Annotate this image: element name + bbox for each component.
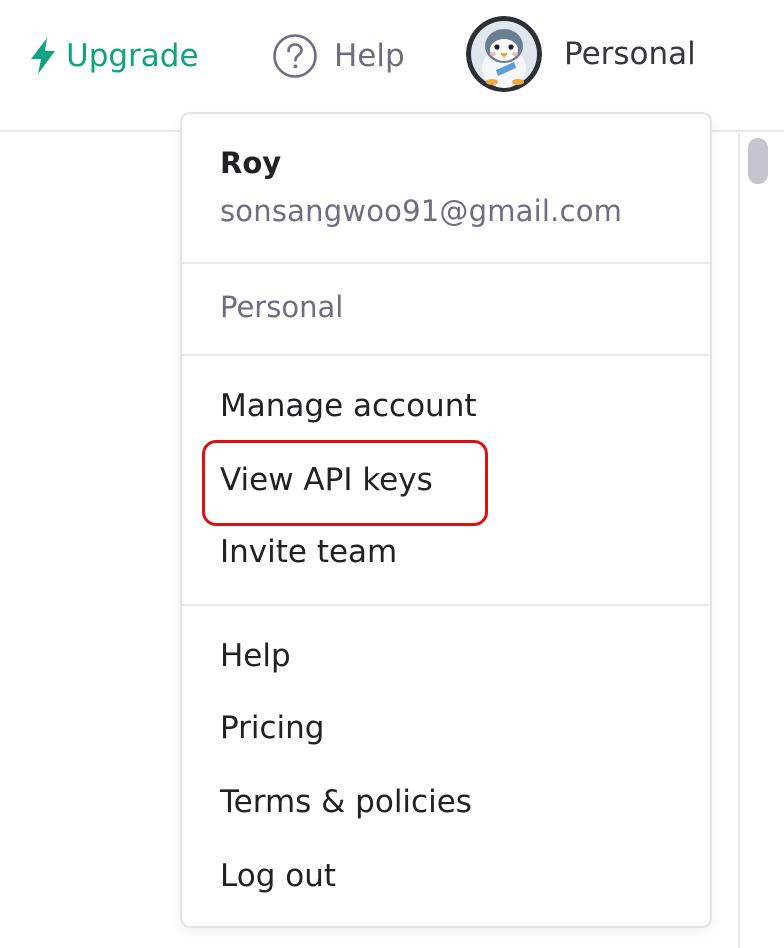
lightning-bolt-icon [28, 37, 58, 75]
invite-team-item[interactable]: Invite team [220, 534, 397, 570]
account-menu-button[interactable]: Personal [466, 16, 696, 92]
pricing-item[interactable]: Pricing [220, 710, 325, 746]
help-label: Help [334, 38, 405, 74]
terms-policies-item[interactable]: Terms & policies [220, 784, 472, 820]
question-circle-icon [272, 33, 318, 79]
divider [182, 354, 710, 356]
log-out-item[interactable]: Log out [220, 858, 336, 894]
manage-account-item[interactable]: Manage account [220, 388, 477, 424]
upgrade-label: Upgrade [66, 38, 199, 74]
page: Upgrade Help Personal Roy sonsangwoo91@g… [0, 0, 784, 948]
scroll-track [738, 133, 740, 948]
user-email: sonsangwoo91@gmail.com [220, 194, 623, 228]
avatar [466, 16, 542, 92]
help-item[interactable]: Help [220, 638, 291, 674]
upgrade-link[interactable]: Upgrade [28, 34, 199, 78]
highlight-box [202, 440, 488, 526]
user-name: Roy [220, 146, 282, 180]
help-link[interactable]: Help [272, 32, 405, 80]
divider [182, 604, 710, 606]
divider [182, 262, 710, 264]
account-dropdown-menu: Roy sonsangwoo91@gmail.com Personal Mana… [180, 112, 712, 928]
account-label: Personal [564, 36, 696, 72]
scrollbar-thumb[interactable] [748, 138, 768, 184]
organization-item[interactable]: Personal [220, 290, 343, 324]
